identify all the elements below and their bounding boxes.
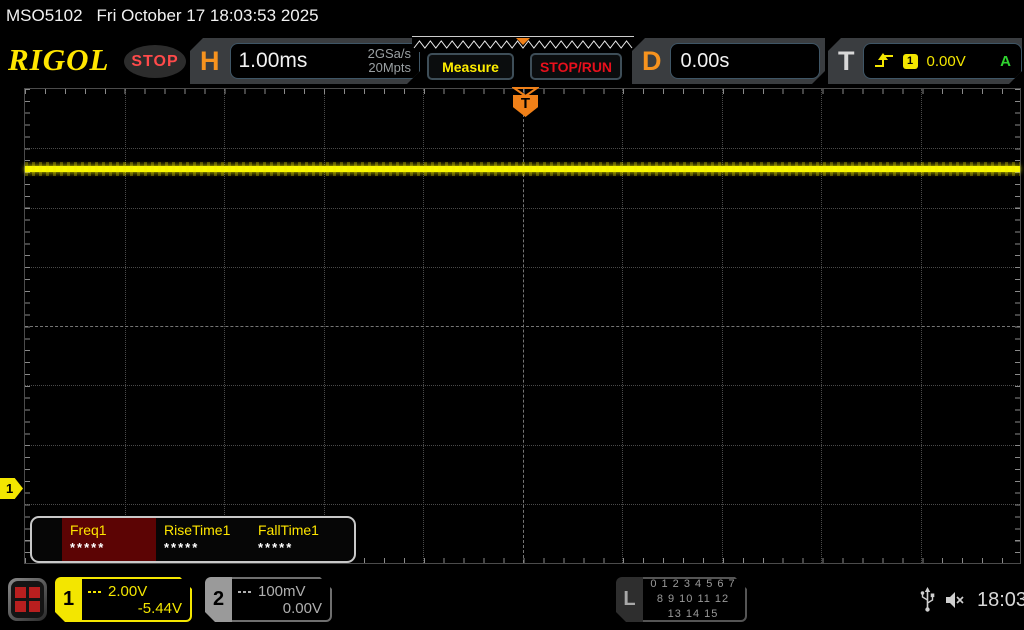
logic-channel-list[interactable]: 0 1 2 3 4 5 6 7 8 9 10 11 12 13 14 15 xyxy=(643,577,747,622)
channel2-tab[interactable]: 2 xyxy=(205,577,232,622)
trigger-label: T xyxy=(838,45,855,76)
delay-value: 0.00s xyxy=(680,49,730,72)
titlebar: MSO5102 Fri October 17 18:03:53 2025 xyxy=(0,0,1024,32)
gridline xyxy=(25,266,1020,268)
bottombar: 1 2.00V -5.44V 2 100mV 0.00V L 0 1 2 3 4… xyxy=(0,570,1024,630)
measurement-item-risetime1[interactable]: RiseTime1 ***** xyxy=(156,518,250,561)
channel1-control[interactable]: 1 2.00V -5.44V xyxy=(55,577,192,622)
measurement-item-falltime1[interactable]: FallTime1 ***** xyxy=(250,518,344,561)
delay-section[interactable]: D 0.00s xyxy=(632,38,825,84)
menu-grid-icon xyxy=(11,581,44,618)
timebase-box[interactable]: 1.00ms 2GSa/s 20Mpts xyxy=(230,43,421,79)
delay-box[interactable]: 0.00s xyxy=(670,43,820,79)
rigol-logo: RIGOL xyxy=(8,42,110,77)
usb-icon xyxy=(920,587,935,612)
logic-analyzer-tab[interactable]: L xyxy=(616,577,643,622)
stop-run-button[interactable]: STOP/RUN xyxy=(530,53,622,80)
measurement-value: ***** xyxy=(164,540,200,555)
gridline xyxy=(25,444,1020,446)
model-name: MSO5102 xyxy=(6,6,83,25)
waveform-overview-strip[interactable] xyxy=(412,36,634,52)
channel1-trace xyxy=(25,162,1020,176)
gridline xyxy=(25,385,1020,387)
channel2-control[interactable]: 2 100mV 0.00V xyxy=(205,577,332,622)
timebase-value: 1.00ms xyxy=(238,49,308,72)
clock-text: 18:03 xyxy=(977,588,1024,611)
trigger-sweep-mode: A xyxy=(1000,52,1011,70)
trigger-section[interactable]: T 1 0.00V A xyxy=(828,38,1022,84)
menu-button[interactable] xyxy=(8,578,47,621)
delay-label: D xyxy=(642,45,662,76)
channel2-values[interactable]: 100mV 0.00V xyxy=(232,577,332,622)
acquisition-info: 2GSa/s 20Mpts xyxy=(368,47,411,75)
gridline xyxy=(25,503,1020,505)
datetime-text: Fri October 17 18:03:53 2025 xyxy=(96,6,319,25)
sample-rate: 2GSa/s xyxy=(367,46,411,61)
run-state-badge[interactable]: STOP xyxy=(124,45,186,78)
trigger-position-marker[interactable]: T xyxy=(513,95,538,117)
trigger-level-value: 0.00V xyxy=(926,52,966,70)
logic-row-1: 0 1 2 3 4 5 6 7 xyxy=(650,578,736,590)
measurement-label: Freq1 xyxy=(70,522,107,538)
channel2-scale: 100mV xyxy=(258,582,306,600)
trigger-source-badge: 1 xyxy=(903,54,918,69)
measurement-value: ***** xyxy=(70,540,106,555)
channel1-offset: -5.44V xyxy=(137,599,182,617)
horizontal-label: H xyxy=(200,45,220,76)
edge-ticks-right xyxy=(1015,89,1020,563)
dc-coupling-icon xyxy=(238,589,253,593)
channel1-values[interactable]: 2.00V -5.44V xyxy=(82,577,192,622)
measurement-label: RiseTime1 xyxy=(164,522,231,538)
waveform-display-area[interactable]: T xyxy=(24,87,1021,564)
logic-row-2: 8 9 10 11 12 13 14 15 xyxy=(656,593,730,620)
trigger-slope-icon xyxy=(874,53,894,69)
horizontal-section[interactable]: H 1.00ms 2GSa/s 20Mpts xyxy=(190,38,420,84)
gridline xyxy=(25,148,1020,150)
measure-button[interactable]: Measure xyxy=(427,53,514,80)
logic-analyzer-control[interactable]: L 0 1 2 3 4 5 6 7 8 9 10 11 12 13 14 15 xyxy=(616,577,747,622)
measurement-item-freq1[interactable]: Freq1 ***** xyxy=(62,518,156,561)
measurement-panel[interactable]: Freq1 ***** RiseTime1 ***** FallTime1 **… xyxy=(30,516,356,563)
gridline xyxy=(25,207,1020,209)
speaker-muted-icon[interactable] xyxy=(945,590,967,610)
channel1-scale: 2.00V xyxy=(108,582,148,600)
toolbar: RIGOL STOP H 1.00ms 2GSa/s 20Mpts Measur… xyxy=(0,32,1024,85)
status-icons: 18:03 xyxy=(920,570,1024,630)
measurement-label: FallTime1 xyxy=(258,522,319,538)
measurement-value: ***** xyxy=(258,540,294,555)
dc-coupling-icon xyxy=(88,589,103,593)
edge-ticks-left xyxy=(25,89,30,563)
channel2-offset: 0.00V xyxy=(282,599,322,617)
waveform-overview-icon xyxy=(413,38,633,49)
trigger-box[interactable]: 1 0.00V A xyxy=(863,43,1023,79)
channel1-ground-marker[interactable]: 1 xyxy=(0,478,23,499)
center-gridline-horizontal xyxy=(25,326,1020,327)
memory-depth: 20Mpts xyxy=(368,60,411,75)
measurement-spacer xyxy=(32,518,62,561)
channel1-tab[interactable]: 1 xyxy=(55,577,82,622)
